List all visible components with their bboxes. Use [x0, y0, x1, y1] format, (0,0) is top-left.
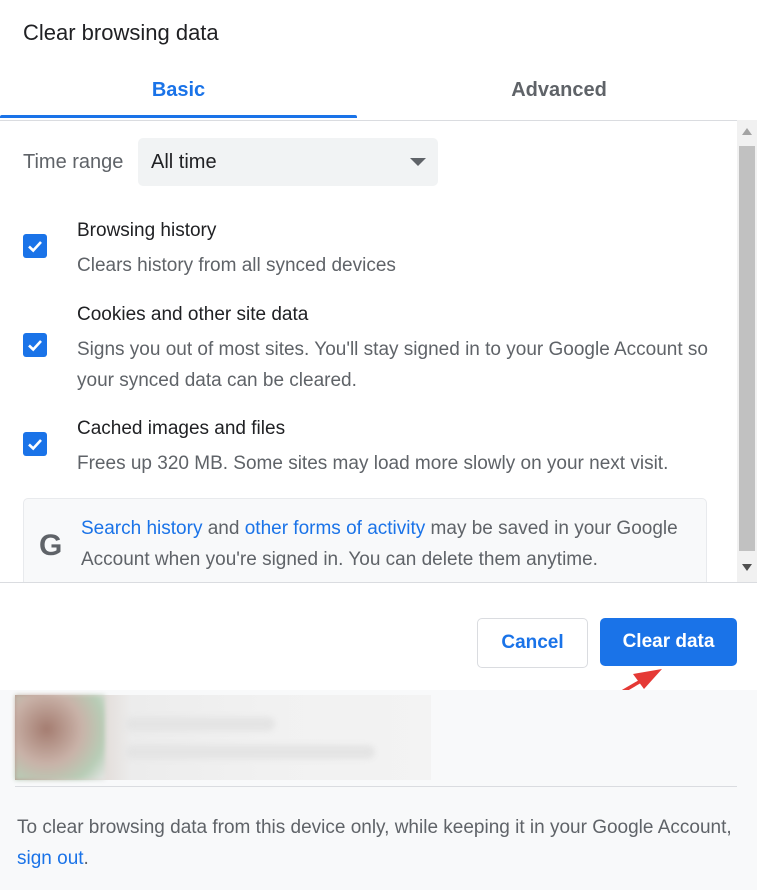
dialog-title: Clear browsing data [23, 20, 219, 45]
checkmark-icon [28, 439, 42, 451]
time-range-value: All time [151, 151, 217, 173]
checkmark-icon [28, 340, 42, 352]
tab-basic[interactable]: Basic [0, 62, 357, 118]
account-activity-notice: G Search history and other forms of acti… [23, 498, 707, 582]
blurred-account-email [125, 745, 375, 759]
checkmark-icon [28, 241, 42, 253]
tab-bar: Basic Advanced [0, 62, 757, 121]
scroll-down-arrow-icon[interactable] [742, 564, 752, 571]
divider [15, 786, 737, 787]
time-range-select[interactable]: All time [138, 138, 438, 186]
cookies-checkbox[interactable] [23, 333, 47, 357]
cached-images-title: Cached images and files [77, 418, 286, 439]
footer-section: To clear browsing data from this device … [0, 690, 757, 890]
notice-text: Search history and other forms of activi… [81, 513, 701, 575]
vertical-scrollbar[interactable] [737, 120, 757, 582]
cookies-title: Cookies and other site data [77, 304, 309, 325]
tab-advanced[interactable]: Advanced [361, 62, 757, 118]
sign-out-link[interactable]: sign out [17, 848, 84, 869]
browsing-history-title: Browsing history [77, 220, 217, 241]
blurred-account-name [125, 717, 275, 731]
other-activity-link[interactable]: other forms of activity [245, 518, 426, 539]
footer-text-part: To clear browsing data from this device … [17, 817, 732, 838]
cached-images-checkbox[interactable] [23, 432, 47, 456]
browsing-history-description: Clears history from all synced devices [77, 255, 396, 276]
clear-data-button[interactable]: Clear data [600, 618, 737, 666]
scrollbar-thumb[interactable] [739, 146, 755, 551]
footer-text-suffix: . [83, 848, 89, 869]
cookies-description: Signs you out of most sites. You'll stay… [77, 339, 708, 391]
options-scroll-area[interactable]: Time range All time Browsing history Cle… [0, 120, 757, 583]
search-history-link[interactable]: Search history [81, 518, 202, 539]
browsing-history-checkbox[interactable] [23, 234, 47, 258]
cancel-button[interactable]: Cancel [477, 618, 588, 668]
avatar [15, 695, 105, 780]
time-range-label: Time range [23, 151, 124, 173]
footer-text: To clear browsing data from this device … [17, 812, 737, 874]
blurred-account-info [15, 695, 431, 780]
notice-text-part: and [202, 518, 245, 539]
scroll-up-arrow-icon[interactable] [742, 128, 752, 135]
cached-images-description: Frees up 320 MB. Some sites may load mor… [77, 453, 669, 474]
tab-selected-indicator [0, 115, 357, 118]
google-g-icon: G [39, 529, 63, 562]
dropdown-caret-icon [410, 158, 426, 166]
